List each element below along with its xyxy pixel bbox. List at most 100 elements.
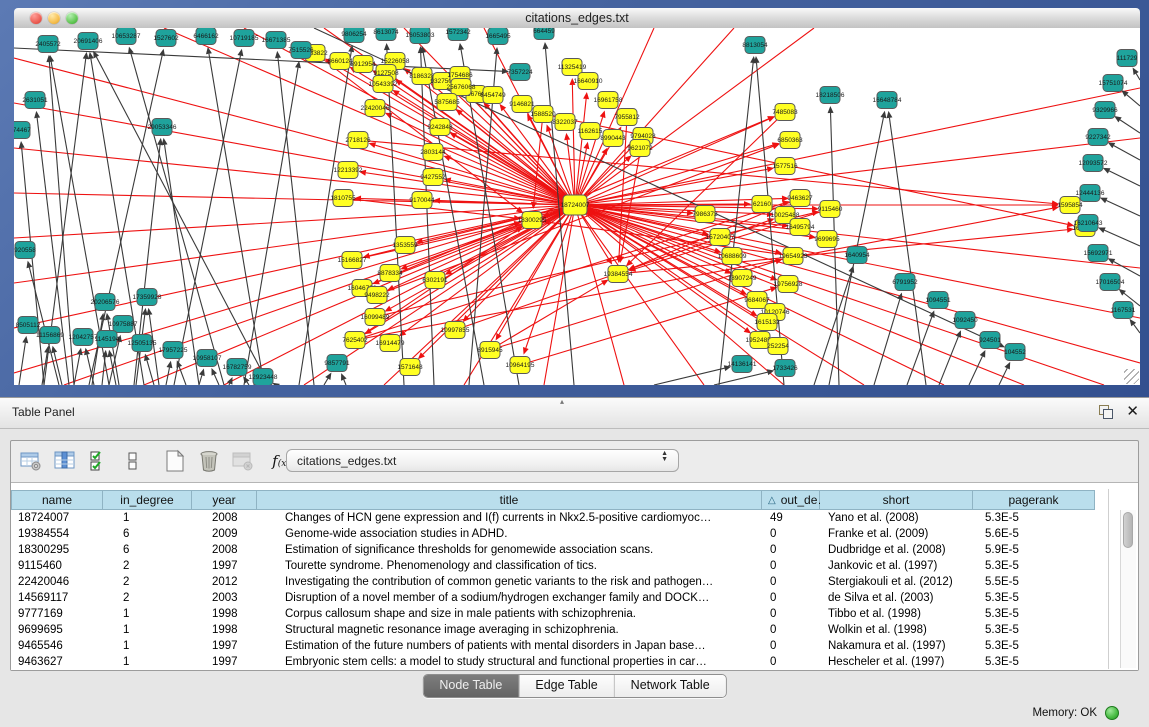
table-row[interactable]: 969969511998Structural magnetic resonanc…	[11, 622, 1138, 638]
insert-column-button[interactable]	[51, 447, 79, 475]
yellow-node-7955812[interactable]: 7955812	[614, 109, 640, 126]
yellow-node-22420046[interactable]: 22420046	[361, 100, 390, 117]
yellow-node-7485083[interactable]: 7485083	[772, 104, 798, 121]
yellow-node-1162615[interactable]: 1162615	[578, 123, 603, 140]
yellow-node-15720407[interactable]: 15720407	[706, 229, 735, 246]
teal-node-1145194[interactable]: 1145194	[95, 331, 120, 348]
teal-node-920558[interactable]: 920558	[14, 242, 36, 259]
yellow-node-8878334[interactable]: 8878334	[377, 265, 403, 282]
yellow-node-9621072[interactable]: 9621072	[627, 140, 653, 157]
teal-node-1094551[interactable]: 1094551	[925, 292, 951, 309]
teal-node-10719185[interactable]: 10719185	[230, 30, 259, 47]
teal-node-8813054[interactable]: 8813054	[742, 37, 768, 54]
table-row[interactable]: 977716911998Corpus callosum shape and si…	[11, 606, 1138, 622]
teal-node-1527602[interactable]: 1527602	[153, 30, 179, 47]
table-row[interactable]: 2242004622012Investigating the contribut…	[11, 574, 1138, 590]
teal-node-10653287[interactable]: 10653287	[112, 28, 141, 45]
teal-node-1572342[interactable]: 1572342	[445, 28, 471, 41]
teal-node-12042757[interactable]: 12042757	[69, 329, 98, 346]
yellow-node-1595854[interactable]: 1595854	[1057, 197, 1083, 214]
yellow-node-8912954[interactable]: 8912954	[350, 56, 376, 73]
yellow-node-9242848[interactable]: 9242848	[427, 119, 453, 136]
teal-node-18218506[interactable]: 18218506	[816, 87, 845, 104]
tab-edge-table[interactable]: Edge Table	[518, 675, 613, 697]
teal-node-12923448[interactable]: 12923448	[249, 369, 278, 386]
teal-node-6791952[interactable]: 6791952	[892, 274, 918, 291]
yellow-node-1571648[interactable]: 1571648	[397, 359, 423, 376]
yellow-node-18300295[interactable]: 18300295	[518, 212, 547, 229]
teal-node-17359928[interactable]: 17359928	[133, 289, 162, 306]
yellow-node-9699695[interactable]: 9699695	[814, 231, 840, 248]
teal-node-17957225[interactable]: 17957225	[159, 342, 188, 359]
network-table-select[interactable]: citations_edges.txt ▲▼	[286, 449, 679, 472]
float-panel-button[interactable]	[1099, 405, 1113, 419]
yellow-node-8454749[interactable]: 8454749	[480, 87, 506, 104]
yellow-node-19756928[interactable]: 19756928	[774, 276, 803, 293]
network-view-canvas[interactable]: 1872400774638228660124891295415226058912…	[14, 28, 1140, 385]
resize-grip-icon[interactable]	[1124, 369, 1139, 384]
teal-node-16648784[interactable]: 16648784	[873, 92, 902, 109]
yellow-node-7986372[interactable]: 7986372	[692, 206, 718, 223]
teal-node-8613074[interactable]: 8613074	[373, 28, 399, 41]
yellow-node-16961758[interactable]: 16961758	[594, 92, 623, 109]
yellow-node-10964195[interactable]: 10964195	[506, 357, 535, 374]
yellow-node-9170044[interactable]: 9170044	[409, 192, 435, 209]
teal-node-1733426[interactable]: 1733426	[772, 360, 798, 377]
yellow-node-8990443[interactable]: 8990443	[600, 130, 626, 147]
yellow-node-19654923[interactable]: 19654923	[779, 248, 808, 265]
teal-node-20206576[interactable]: 20206576	[91, 294, 120, 311]
yellow-node-1810755[interactable]: 1810755	[330, 190, 356, 207]
yellow-node-18724007[interactable]: 18724007	[561, 195, 590, 215]
teal-node-16210643[interactable]: 16210643	[1074, 215, 1103, 232]
teal-node-9329966[interactable]: 9329966	[1092, 102, 1118, 119]
yellow-node-9463627[interactable]: 9463627	[787, 190, 813, 207]
yellow-node-16640910[interactable]: 16640910	[574, 73, 603, 90]
teal-node-924501[interactable]: 924501	[979, 332, 1001, 349]
scrollbar-thumb[interactable]	[1123, 512, 1133, 548]
yellow-node-9115460[interactable]: 9115460	[818, 201, 843, 218]
teal-node-9227342[interactable]: 9227342	[1085, 129, 1111, 146]
memory-ok-indicator[interactable]	[1105, 706, 1119, 720]
yellow-node-1353559[interactable]: 1353559	[392, 237, 418, 254]
close-panel-button[interactable]: ✕	[1126, 402, 1139, 420]
teal-node-12444136[interactable]: 12444136	[1076, 185, 1105, 202]
column-header-pagerank[interactable]: pagerank	[973, 490, 1095, 510]
yellow-node-5875685[interactable]: 5875685	[434, 94, 460, 111]
select-all-rows-button[interactable]	[85, 447, 113, 475]
teal-node-15751074[interactable]: 15751074	[1099, 75, 1128, 92]
tab-node-table[interactable]: Node Table	[423, 675, 518, 697]
teal-node-9857791[interactable]: 9857791	[324, 355, 350, 372]
table-row[interactable]: 911546021997Tourette syndrome. Phenomeno…	[11, 558, 1138, 574]
delete-attribute-button[interactable]	[195, 447, 223, 475]
teal-node-16671385[interactable]: 16671385	[262, 32, 291, 49]
teal-node-7515526[interactable]: 7515526	[288, 42, 314, 59]
column-header-title[interactable]: title	[257, 490, 762, 510]
table-settings-button[interactable]	[17, 447, 45, 475]
yellow-node-12213392[interactable]: 12213392	[334, 162, 363, 179]
teal-node-2631051[interactable]: 2631051	[22, 92, 48, 109]
teal-node-17016504[interactable]: 17016504	[1096, 274, 1125, 291]
yellow-node-8322037[interactable]: 8322037	[552, 114, 578, 131]
yellow-node-9427552[interactable]: 9427552	[420, 169, 446, 186]
yellow-node-8660124[interactable]: 8660124	[327, 53, 353, 70]
teal-node-20691406[interactable]: 20691406	[74, 33, 103, 50]
teal-node-8505112[interactable]: 8505112	[16, 317, 41, 334]
teal-node-664459[interactable]: 664459	[533, 28, 555, 40]
teal-node-7357224[interactable]: 7357224	[507, 64, 533, 81]
teal-node-10958107[interactable]: 10958107	[193, 350, 222, 367]
yellow-node-62160[interactable]: 62160	[752, 196, 772, 213]
yellow-node-252254[interactable]: 252254	[767, 338, 789, 355]
teal-node-1665495[interactable]: 1665495	[485, 28, 511, 45]
table-row[interactable]: 1938455462009Genome-wide association stu…	[11, 526, 1138, 542]
column-header-out_degree[interactable]: △out_de…	[762, 490, 820, 510]
teal-node-2405572[interactable]: 2405572	[35, 36, 61, 53]
splitter-handle-icon[interactable]: ▴	[560, 397, 564, 406]
column-header-name[interactable]: name	[11, 490, 103, 510]
teal-node-16053803[interactable]: 16053803	[406, 28, 435, 44]
yellow-node-9146821[interactable]: 9146821	[509, 96, 535, 113]
teal-node-104552[interactable]: 104552	[1004, 344, 1026, 361]
teal-node-111729[interactable]: 111729	[1117, 50, 1138, 67]
table-row[interactable]: 946362711997Embryonic stem cells: a mode…	[11, 654, 1138, 670]
network-window-titlebar[interactable]: citations_edges.txt	[14, 8, 1140, 29]
teal-node-1092450[interactable]: 1092450	[952, 312, 978, 329]
